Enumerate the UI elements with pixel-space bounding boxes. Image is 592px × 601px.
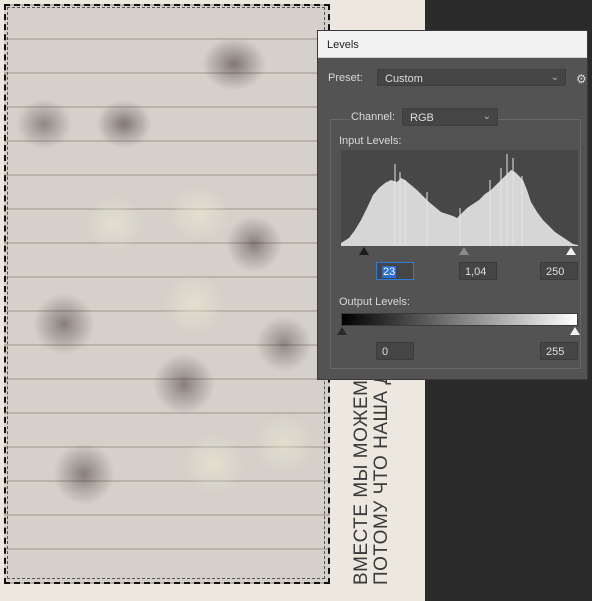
histogram-graph	[341, 154, 578, 246]
input-white-slider[interactable]	[566, 247, 576, 255]
channel-dropdown[interactable]: RGB ⌄	[402, 108, 498, 126]
channel-value: RGB	[410, 112, 434, 124]
gear-icon[interactable]: ⚙	[576, 72, 587, 86]
levels-title: Levels	[327, 39, 359, 51]
group-border-left	[330, 119, 350, 120]
chevron-down-icon: ⌄	[550, 72, 559, 83]
input-gamma-slider[interactable]	[459, 247, 469, 255]
input-gamma-field[interactable]: 1,04	[459, 262, 497, 280]
output-levels-label: Output Levels:	[339, 296, 410, 308]
output-white-slider[interactable]	[570, 327, 580, 335]
input-white-field[interactable]: 250	[540, 262, 578, 280]
chevron-down-icon: ⌄	[482, 111, 491, 122]
caption-line-1: ВМЕСТЕ МЫ МОЖЕМ	[351, 379, 372, 585]
preset-dropdown[interactable]: Custom ⌄	[377, 69, 566, 86]
levels-title-bar[interactable]: Levels	[318, 31, 587, 58]
channel-label: Channel:	[351, 111, 396, 123]
output-black-slider[interactable]	[337, 327, 347, 335]
input-black-slider[interactable]	[359, 247, 369, 255]
preset-label: Preset:	[328, 72, 363, 84]
output-levels-gradient	[341, 313, 578, 326]
output-white-field[interactable]: 255	[540, 342, 578, 360]
input-black-field[interactable]: 23	[376, 262, 414, 280]
selection-marquee-inner	[7, 7, 325, 579]
input-levels-label: Input Levels:	[339, 135, 402, 147]
histogram	[341, 150, 578, 246]
caption-line-2: ПОТОМУ ЧТО НАША Д	[371, 371, 392, 585]
preset-value: Custom	[385, 73, 423, 85]
vertical-caption: ВМЕСТЕ МЫ МОЖЕМ ПОТОМУ ЧТО НАША Д	[351, 371, 392, 585]
output-black-field[interactable]: 0	[376, 342, 414, 360]
